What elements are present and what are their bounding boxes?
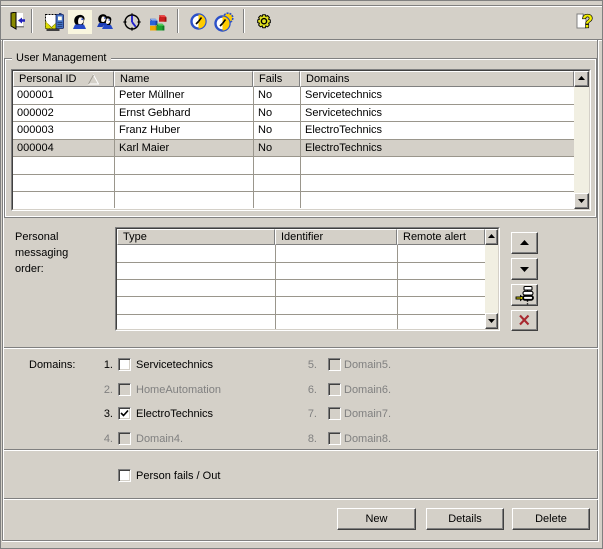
svg-text:?: ? xyxy=(582,12,593,31)
